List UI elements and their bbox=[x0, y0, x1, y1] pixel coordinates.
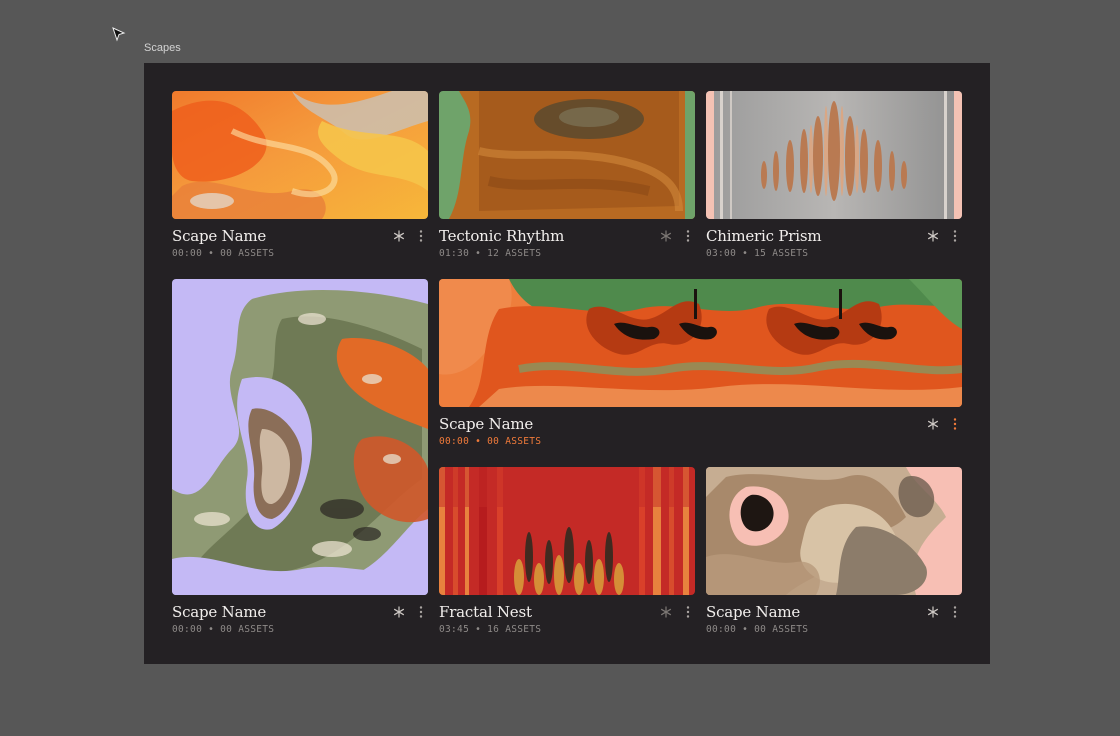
favorite-button[interactable] bbox=[392, 603, 406, 621]
favorite-button[interactable] bbox=[926, 227, 940, 245]
favorite-button[interactable] bbox=[926, 415, 940, 433]
scape-card[interactable]: Scape Name 00:00 • 00 ASSETS bbox=[172, 279, 428, 637]
more-options-button[interactable] bbox=[681, 603, 695, 621]
more-vertical-icon bbox=[953, 606, 957, 618]
scape-title: Tectonic Rhythm bbox=[439, 227, 565, 245]
scape-subtitle: 00:00 • 00 ASSETS bbox=[172, 248, 275, 259]
more-options-button[interactable] bbox=[414, 227, 428, 245]
scape-subtitle: 03:45 • 16 ASSETS bbox=[439, 624, 542, 635]
scape-card[interactable]: Scape Name 00:00 • 00 ASSETS bbox=[439, 279, 962, 449]
scape-card[interactable]: Scape Name 00:00 • 00 ASSETS bbox=[706, 467, 962, 637]
more-vertical-icon bbox=[419, 606, 423, 618]
asterisk-icon bbox=[660, 606, 672, 618]
favorite-button[interactable] bbox=[659, 603, 673, 621]
more-vertical-icon bbox=[419, 230, 423, 242]
scape-thumbnail[interactable] bbox=[172, 279, 428, 595]
asterisk-icon bbox=[660, 230, 672, 242]
scape-subtitle: 00:00 • 00 ASSETS bbox=[439, 436, 542, 447]
favorite-button[interactable] bbox=[392, 227, 406, 245]
asterisk-icon bbox=[393, 230, 405, 242]
scape-thumbnail[interactable] bbox=[706, 91, 962, 219]
scape-card[interactable]: Scape Name 00:00 • 00 ASSETS bbox=[172, 91, 428, 261]
scape-card[interactable]: Tectonic Rhythm 01:30 • 12 ASSETS bbox=[439, 91, 695, 261]
scape-card[interactable]: Chimeric Prism 03:00 • 15 ASSETS bbox=[706, 91, 962, 261]
more-options-button[interactable] bbox=[414, 603, 428, 621]
more-options-button[interactable] bbox=[948, 415, 962, 433]
scape-title: Fractal Nest bbox=[439, 603, 532, 621]
asterisk-icon bbox=[393, 606, 405, 618]
favorite-button[interactable] bbox=[659, 227, 673, 245]
scape-thumbnail[interactable] bbox=[706, 467, 962, 595]
scape-subtitle: 00:00 • 00 ASSETS bbox=[706, 624, 809, 635]
scape-title: Scape Name bbox=[172, 227, 267, 245]
scape-title: Chimeric Prism bbox=[706, 227, 822, 245]
asterisk-icon bbox=[927, 606, 939, 618]
scape-title: Scape Name bbox=[439, 415, 534, 433]
scape-card[interactable]: Fractal Nest 03:45 • 16 ASSETS bbox=[439, 467, 695, 637]
scape-thumbnail[interactable] bbox=[439, 467, 695, 595]
favorite-button[interactable] bbox=[926, 603, 940, 621]
arrow-cursor-icon bbox=[112, 27, 126, 42]
more-vertical-icon bbox=[953, 418, 957, 430]
scape-title: Scape Name bbox=[706, 603, 801, 621]
scape-thumbnail[interactable] bbox=[439, 91, 695, 219]
scape-subtitle: 03:00 • 15 ASSETS bbox=[706, 248, 809, 259]
more-options-button[interactable] bbox=[948, 603, 962, 621]
more-vertical-icon bbox=[686, 230, 690, 242]
scape-thumbnail[interactable] bbox=[172, 91, 428, 219]
more-vertical-icon bbox=[686, 606, 690, 618]
scape-subtitle: 00:00 • 00 ASSETS bbox=[172, 624, 275, 635]
scape-subtitle: 01:30 • 12 ASSETS bbox=[439, 248, 542, 259]
scape-title: Scape Name bbox=[172, 603, 267, 621]
scapes-panel: Scape Name 00:00 • 00 ASSETS Tectonic Rh bbox=[144, 63, 990, 664]
asterisk-icon bbox=[927, 418, 939, 430]
frame-label: Scapes bbox=[144, 42, 181, 54]
scape-thumbnail[interactable] bbox=[439, 279, 962, 407]
more-vertical-icon bbox=[953, 230, 957, 242]
more-options-button[interactable] bbox=[681, 227, 695, 245]
asterisk-icon bbox=[927, 230, 939, 242]
more-options-button[interactable] bbox=[948, 227, 962, 245]
